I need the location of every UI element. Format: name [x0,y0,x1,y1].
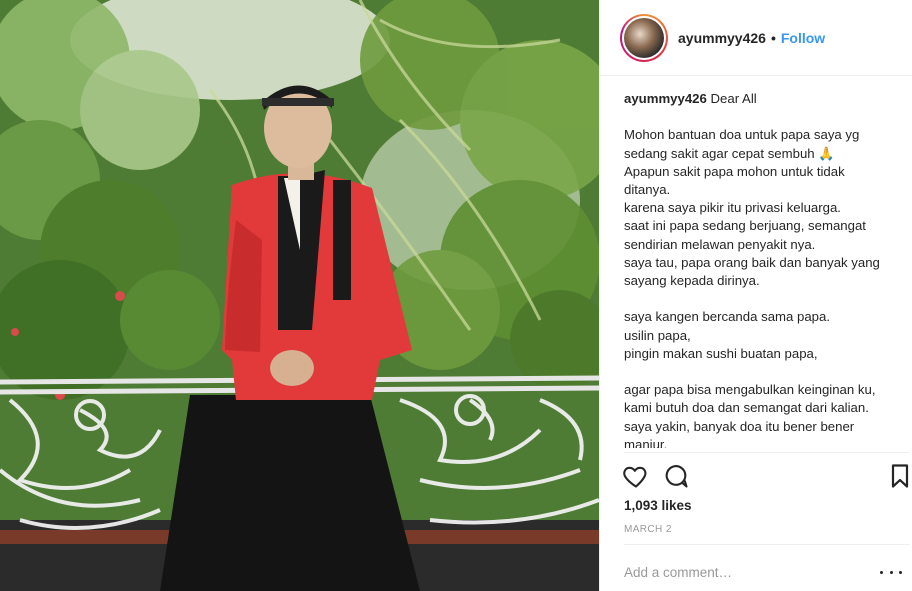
caption-line: sayang kepada dirinya. [624,273,760,289]
heart-icon[interactable] [622,462,650,490]
post-side-panel: ayummyy426 • Follow ayummyy426 Dear All … [599,0,912,591]
caption-line: agar papa bisa mengabulkan keinginan ku, [624,382,876,398]
caption-line: saya tau, papa orang baik dan banyak yan… [624,254,880,270]
caption-line: kami butuh doa dan semangat dari kalian. [624,400,869,416]
avatar-frame [622,15,666,60]
post-caption: ayummyy426 Dear All Mohon bantuan doa un… [624,90,896,448]
caption-line: manjur. [624,436,668,448]
story-ring[interactable] [620,13,668,62]
caption-line: karena saya pikir itu privasi keluarga. [624,200,841,216]
caption-line: Mohon bantuan doa untuk papa saya yg [624,127,860,143]
comment-input[interactable] [624,560,864,584]
action-bar [622,462,912,490]
caption-line: usilin papa, [624,327,691,343]
more-dot [899,570,902,574]
post-photo[interactable] [0,0,599,591]
caption-line: ditanya. [624,182,671,197]
caption-line: saat ini papa sedang berjuang, semangat [624,218,866,234]
caption-line: pingin makan sushi buatan papa, [624,345,818,361]
follow-button[interactable]: Follow [781,30,825,46]
header-text: ayummyy426 • Follow [678,30,825,46]
caption-first-line: ayummyy426 Dear All [624,90,896,108]
divider [624,544,910,545]
bookmark-icon[interactable] [886,462,912,490]
caption-body: Mohon bantuan doa untuk papa saya yg seda… [624,108,896,448]
caption-first-text: Dear All [710,91,757,106]
caption-line: saya yakin, banyak doa itu bener bener [624,418,855,434]
username-link[interactable]: ayummyy426 [678,30,766,46]
caption-line: sedang sakit agar cepat sembuh 🙏 [624,145,835,161]
post-date[interactable]: MARCH 2 [624,524,672,535]
more-dot [889,570,893,574]
caption-line: saya kangen bercanda sama papa. [624,309,831,325]
caption-username[interactable]: ayummyy426 [624,91,707,106]
avatar[interactable] [624,17,664,58]
caption-line: sendirian melawan penyakit nya. [624,236,816,252]
more-dot [880,570,883,574]
caption-line: Apapun sakit papa mohon untuk tidak [624,163,845,179]
photo-illustration [0,0,599,591]
more-options-icon[interactable] [880,562,902,582]
likes-count[interactable]: 1,093 likes [624,498,692,513]
comment-icon[interactable] [662,462,690,490]
separator-dot: • [770,29,776,46]
post-header: ayummyy426 • Follow [600,0,912,76]
divider [624,452,910,453]
